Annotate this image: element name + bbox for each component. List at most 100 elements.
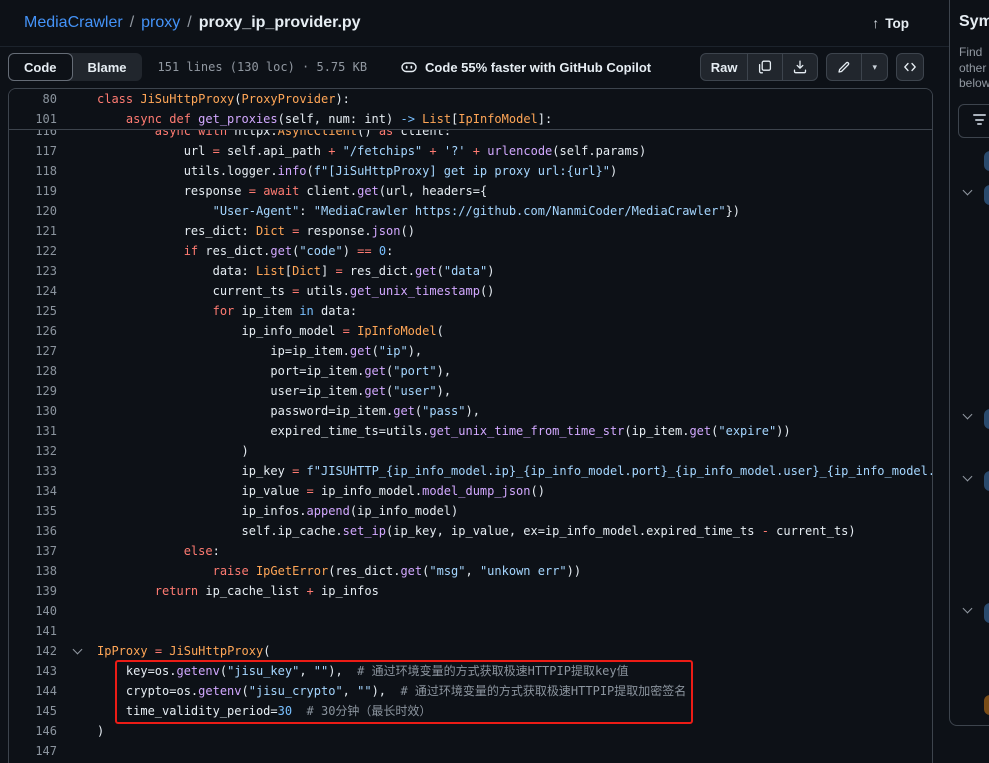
symbol-expand-chevron-icon[interactable] bbox=[963, 604, 973, 614]
line-number-143[interactable]: 143 bbox=[9, 661, 57, 681]
symbols-filter-input[interactable] bbox=[958, 104, 989, 138]
symbol-expand-chevron-icon[interactable] bbox=[963, 410, 973, 420]
line-number-80[interactable]: 80 bbox=[9, 89, 57, 109]
code-line-139: 139 return ip_cache_list + ip_infos bbox=[9, 581, 932, 601]
code-text: data: List[Dict] = res_dict.get("data") bbox=[97, 261, 494, 281]
line-number-119[interactable]: 119 bbox=[9, 181, 57, 201]
copy-icon bbox=[758, 60, 772, 74]
code-text: ) bbox=[97, 441, 249, 461]
gutter-cell bbox=[57, 161, 97, 181]
line-number-146[interactable]: 146 bbox=[9, 721, 57, 741]
line-number-135[interactable]: 135 bbox=[9, 501, 57, 521]
code-line-134: 134 ip_value = ip_info_model.model_dump_… bbox=[9, 481, 932, 501]
code-text: res_dict: Dict = response.json() bbox=[97, 221, 415, 241]
code-text: ip_value = ip_info_model.model_dump_json… bbox=[97, 481, 545, 501]
gutter-cell bbox=[57, 301, 97, 321]
code-text: self.ip_cache.set_ip(ip_key, ip_value, e… bbox=[97, 521, 856, 541]
gutter-cell bbox=[57, 541, 97, 561]
copilot-icon bbox=[401, 59, 417, 75]
code-line-141: 141 bbox=[9, 621, 932, 641]
raw-button[interactable]: Raw bbox=[701, 54, 748, 80]
collapse-chevron-icon[interactable] bbox=[72, 644, 82, 654]
gutter-cell bbox=[57, 181, 97, 201]
back-to-top-label: Top bbox=[885, 16, 909, 31]
line-number-124[interactable]: 124 bbox=[9, 281, 57, 301]
line-number-127[interactable]: 127 bbox=[9, 341, 57, 361]
code-text: password=ip_item.get("pass"), bbox=[97, 401, 480, 421]
symbol-kind-badge-1[interactable] bbox=[984, 151, 989, 171]
code-lines: 116 async with httpx.AsyncClient() as cl… bbox=[9, 89, 932, 761]
gutter-cell bbox=[57, 241, 97, 261]
code-line-146: 146) bbox=[9, 721, 932, 741]
code-text: ip_key = f"JISUHTTP_{ip_info_model.ip}_{… bbox=[97, 461, 933, 481]
line-number-101[interactable]: 101 bbox=[9, 109, 57, 129]
line-number-126[interactable]: 126 bbox=[9, 321, 57, 341]
line-number-125[interactable]: 125 bbox=[9, 301, 57, 321]
breadcrumb-repo-link[interactable]: MediaCrawler bbox=[24, 14, 123, 32]
code-text: key=os.getenv("jisu_key", ""), # 通过环境变量的… bbox=[97, 661, 629, 681]
line-number-128[interactable]: 128 bbox=[9, 361, 57, 381]
back-to-top-link[interactable]: ↑ Top bbox=[872, 15, 909, 31]
line-number-142[interactable]: 142 bbox=[9, 641, 57, 661]
code-line-147: 147 bbox=[9, 741, 932, 761]
line-number-144[interactable]: 144 bbox=[9, 681, 57, 701]
line-number-134[interactable]: 134 bbox=[9, 481, 57, 501]
symbols-panel-title: Symbols bbox=[959, 13, 989, 31]
line-number-121[interactable]: 121 bbox=[9, 221, 57, 241]
line-number-136[interactable]: 136 bbox=[9, 521, 57, 541]
download-raw-button[interactable] bbox=[782, 54, 817, 80]
line-number-137[interactable]: 137 bbox=[9, 541, 57, 561]
tab-blame[interactable]: Blame bbox=[73, 53, 142, 81]
line-number-123[interactable]: 123 bbox=[9, 261, 57, 281]
code-text: time_validity_period=30 # 30分钟（最长时效） bbox=[97, 701, 431, 721]
code-text: IpProxy = JiSuHttpProxy( bbox=[97, 641, 270, 661]
line-number-145[interactable]: 145 bbox=[9, 701, 57, 721]
gutter-cell bbox=[57, 201, 97, 221]
line-number-138[interactable]: 138 bbox=[9, 561, 57, 581]
line-number-132[interactable]: 132 bbox=[9, 441, 57, 461]
line-number-139[interactable]: 139 bbox=[9, 581, 57, 601]
code-line-128: 128 port=ip_item.get("port"), bbox=[9, 361, 932, 381]
line-number-117[interactable]: 117 bbox=[9, 141, 57, 161]
code-line-124: 124 current_ts = utils.get_unix_timestam… bbox=[9, 281, 932, 301]
gutter-cell bbox=[57, 141, 97, 161]
gutter-cell bbox=[57, 421, 97, 441]
edit-file-button[interactable] bbox=[827, 54, 861, 80]
code-line-121: 121 res_dict: Dict = response.json() bbox=[9, 221, 932, 241]
line-number-133[interactable]: 133 bbox=[9, 461, 57, 481]
line-number-140[interactable]: 140 bbox=[9, 601, 57, 621]
gutter-cell bbox=[57, 89, 97, 109]
symbol-kind-badge-6[interactable] bbox=[984, 695, 989, 715]
file-toolbar: Code Blame 151 lines (130 loc) · 5.75 KB… bbox=[0, 47, 933, 87]
symbol-kind-badge-5[interactable] bbox=[984, 603, 989, 623]
tab-code[interactable]: Code bbox=[8, 53, 73, 81]
line-number-122[interactable]: 122 bbox=[9, 241, 57, 261]
line-number-118[interactable]: 118 bbox=[9, 161, 57, 181]
line-number-120[interactable]: 120 bbox=[9, 201, 57, 221]
code-line-117: 117 url = self.api_path + "/fetchips" + … bbox=[9, 141, 932, 161]
code-area: 116 async with httpx.AsyncClient() as cl… bbox=[8, 88, 933, 763]
code-line-130: 130 password=ip_item.get("pass"), bbox=[9, 401, 932, 421]
copilot-banner[interactable]: Code 55% faster with GitHub Copilot bbox=[401, 59, 651, 75]
symbol-kind-badge-2[interactable] bbox=[984, 185, 989, 205]
symbol-kind-badge-3[interactable] bbox=[984, 409, 989, 429]
edit-options-dropdown[interactable]: ▾ bbox=[861, 54, 887, 80]
gutter-cell bbox=[57, 381, 97, 401]
symbols-panel-toggle[interactable] bbox=[896, 53, 924, 81]
breadcrumb-file-name: proxy_ip_provider.py bbox=[199, 14, 361, 32]
gutter-cell bbox=[57, 441, 97, 461]
line-number-147[interactable]: 147 bbox=[9, 741, 57, 761]
line-number-141[interactable]: 141 bbox=[9, 621, 57, 641]
code-text: port=ip_item.get("port"), bbox=[97, 361, 451, 381]
code-text: expired_time_ts=utils.get_unix_time_from… bbox=[97, 421, 791, 441]
breadcrumb-dir-link[interactable]: proxy bbox=[141, 14, 180, 32]
copy-raw-button[interactable] bbox=[747, 54, 782, 80]
symbol-kind-badge-4[interactable] bbox=[984, 471, 989, 491]
symbols-description-line: below bbox=[959, 76, 989, 92]
line-number-130[interactable]: 130 bbox=[9, 401, 57, 421]
line-number-131[interactable]: 131 bbox=[9, 421, 57, 441]
symbol-expand-chevron-icon[interactable] bbox=[963, 186, 973, 196]
symbol-expand-chevron-icon[interactable] bbox=[963, 472, 973, 482]
code-line-135: 135 ip_infos.append(ip_info_model) bbox=[9, 501, 932, 521]
line-number-129[interactable]: 129 bbox=[9, 381, 57, 401]
